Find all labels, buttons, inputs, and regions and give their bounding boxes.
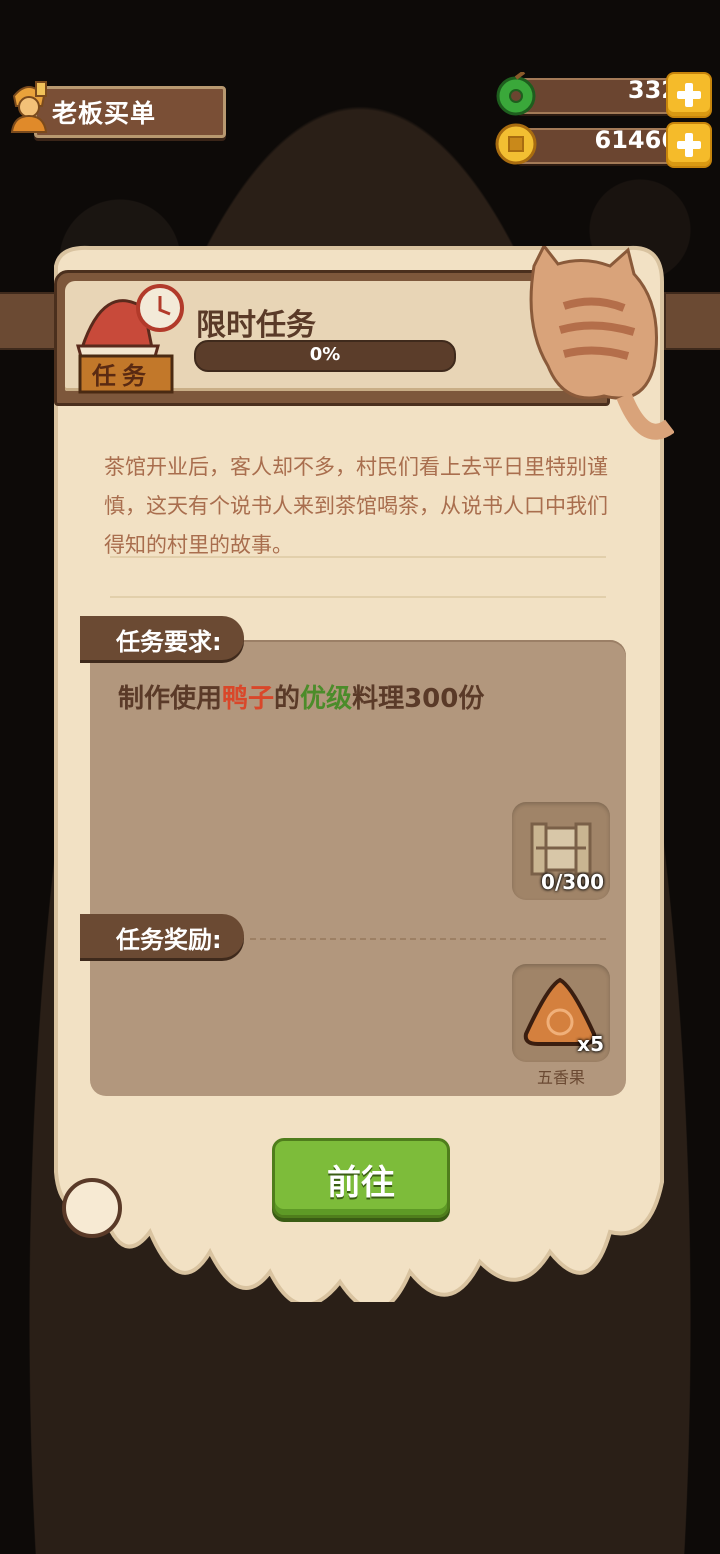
requirement-suffix: 料理300份 <box>352 684 485 714</box>
requirement-middle: 的 <box>274 684 301 714</box>
boss-character-icon <box>10 81 48 133</box>
boss-button-label: 老板买单 <box>52 99 157 128</box>
reward-item-slot[interactable]: x5 <box>512 964 610 1062</box>
task-title: 限时任务 <box>196 308 316 343</box>
requirement-count: 0/300 <box>541 870 604 894</box>
jade-add-button[interactable] <box>666 72 712 118</box>
jade-icon <box>496 72 536 116</box>
requirement-ingredient: 鸭子 <box>222 684 275 714</box>
description-divider-2 <box>110 596 606 598</box>
description-divider <box>110 556 606 558</box>
requirement-item-slot[interactable]: 0/300 <box>512 802 610 900</box>
scroll-item-icon <box>530 822 592 876</box>
jade-resource: 332 <box>494 72 712 118</box>
requirement-tag: 任务要求: <box>80 616 244 660</box>
task-description: 茶馆开业后，客人却不多，村民们看上去平日里特别谨慎，这天有个说书人来到茶馆喝茶，… <box>104 455 608 557</box>
requirement-label: 任务要求: <box>116 628 222 656</box>
coin-resource: 61466 <box>494 122 712 168</box>
reward-count: x5 <box>577 1032 604 1056</box>
requirement-text: 制作使用鸭子的优级料理300份 <box>118 678 484 715</box>
task-badge-label: 任务 <box>92 362 152 390</box>
task-progress-label: 0% <box>309 344 341 365</box>
coin-add-button[interactable] <box>666 122 712 168</box>
requirement-prefix: 制作使用 <box>118 684 223 714</box>
reward-divider <box>250 938 606 940</box>
boss-pay-button[interactable]: 老板买单 <box>6 81 226 138</box>
reward-name: 五香果 <box>536 1068 585 1087</box>
go-button-label: 前往 <box>327 1163 395 1203</box>
requirement-grade: 优级 <box>300 684 353 714</box>
coin-icon <box>495 123 537 165</box>
go-button[interactable]: 前往 <box>272 1138 450 1218</box>
cat-decoration-icon <box>529 246 674 440</box>
task-progress-bar: 0% <box>194 340 456 372</box>
reward-tag: 任务奖励: <box>80 914 244 958</box>
reward-label: 任务奖励: <box>116 926 222 954</box>
